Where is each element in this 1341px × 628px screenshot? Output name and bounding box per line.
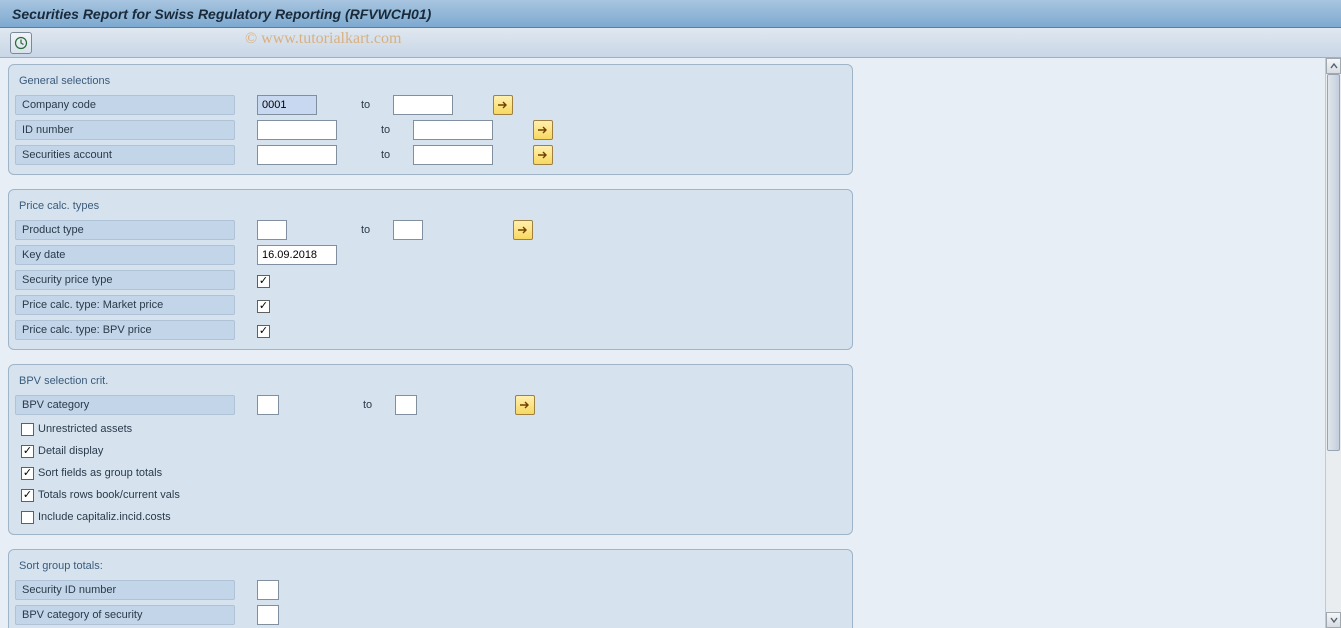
group-sort-totals: Sort group totals: Security ID number BP… — [8, 549, 853, 628]
detail-display-checkbox[interactable] — [21, 445, 34, 458]
securities-account-to-input[interactable] — [413, 145, 493, 165]
label-sort-fields: Sort fields as group totals — [38, 467, 162, 479]
id-number-multi-button[interactable] — [533, 120, 553, 140]
group-title-price: Price calc. types — [15, 198, 846, 218]
security-id-number-input[interactable] — [257, 580, 279, 600]
market-price-checkbox[interactable] — [257, 300, 270, 313]
label-product-type: Product type — [15, 220, 235, 240]
label-market-price: Price calc. type: Market price — [15, 295, 235, 315]
bpv-category-to-input[interactable] — [395, 395, 417, 415]
label-security-id-number: Security ID number — [15, 580, 235, 600]
arrow-right-icon — [537, 125, 549, 135]
arrow-right-icon — [497, 100, 509, 110]
label-totals-rows: Totals rows book/current vals — [38, 489, 180, 501]
label-company-code: Company code — [15, 95, 235, 115]
product-type-from-input[interactable] — [257, 220, 287, 240]
label-bpv-price: Price calc. type: BPV price — [15, 320, 235, 340]
vertical-scrollbar[interactable] — [1325, 58, 1341, 628]
company-code-multi-button[interactable] — [493, 95, 513, 115]
arrow-right-icon — [517, 225, 529, 235]
product-type-to-input[interactable] — [393, 220, 423, 240]
label-securities-account: Securities account — [15, 145, 235, 165]
arrow-right-icon — [519, 400, 531, 410]
company-code-from-input[interactable] — [257, 95, 317, 115]
id-number-from-input[interactable] — [257, 120, 337, 140]
to-label: to — [363, 399, 393, 411]
group-title-sort: Sort group totals: — [15, 558, 846, 578]
label-detail-display: Detail display — [38, 445, 103, 457]
scroll-up-button[interactable] — [1326, 58, 1341, 74]
execute-button[interactable] — [10, 32, 32, 54]
product-type-multi-button[interactable] — [513, 220, 533, 240]
toolbar: © www.tutorialkart.com — [0, 28, 1341, 58]
security-price-type-checkbox[interactable] — [257, 275, 270, 288]
to-label: to — [381, 124, 411, 136]
page-title: Securities Report for Swiss Regulatory R… — [12, 6, 431, 22]
securities-account-from-input[interactable] — [257, 145, 337, 165]
to-label: to — [361, 224, 391, 236]
watermark-text: © www.tutorialkart.com — [245, 30, 401, 48]
scroll-track[interactable] — [1326, 74, 1341, 612]
group-bpv-selection: BPV selection crit. BPV category to Unre… — [8, 364, 853, 535]
label-key-date: Key date — [15, 245, 235, 265]
unrestricted-assets-checkbox[interactable] — [21, 423, 34, 436]
bpv-price-checkbox[interactable] — [257, 325, 270, 338]
to-label: to — [361, 99, 391, 111]
clock-execute-icon — [14, 36, 28, 50]
label-include-capitaliz: Include capitaliz.incid.costs — [38, 511, 171, 523]
group-price-calc-types: Price calc. types Product type to Key da… — [8, 189, 853, 350]
bpv-category-from-input[interactable] — [257, 395, 279, 415]
sort-fields-checkbox[interactable] — [21, 467, 34, 480]
label-unrestricted-assets: Unrestricted assets — [38, 423, 132, 435]
chevron-up-icon — [1330, 62, 1338, 70]
group-title-general: General selections — [15, 73, 846, 93]
totals-rows-checkbox[interactable] — [21, 489, 34, 502]
scroll-down-button[interactable] — [1326, 612, 1341, 628]
securities-account-multi-button[interactable] — [533, 145, 553, 165]
group-general-selections: General selections Company code to ID nu… — [8, 64, 853, 175]
label-id-number: ID number — [15, 120, 235, 140]
bpv-category-multi-button[interactable] — [515, 395, 535, 415]
id-number-to-input[interactable] — [413, 120, 493, 140]
bpv-category-security-input[interactable] — [257, 605, 279, 625]
arrow-right-icon — [537, 150, 549, 160]
scroll-thumb[interactable] — [1327, 74, 1340, 451]
label-security-price-type: Security price type — [15, 270, 235, 290]
include-capitaliz-checkbox[interactable] — [21, 511, 34, 524]
key-date-input[interactable] — [257, 245, 337, 265]
company-code-to-input[interactable] — [393, 95, 453, 115]
label-bpv-category-security: BPV category of security — [15, 605, 235, 625]
title-bar: Securities Report for Swiss Regulatory R… — [0, 0, 1341, 28]
group-title-bpv: BPV selection crit. — [15, 373, 846, 393]
to-label: to — [381, 149, 411, 161]
chevron-down-icon — [1330, 616, 1338, 624]
label-bpv-category: BPV category — [15, 395, 235, 415]
content-area: General selections Company code to ID nu… — [0, 58, 1341, 628]
